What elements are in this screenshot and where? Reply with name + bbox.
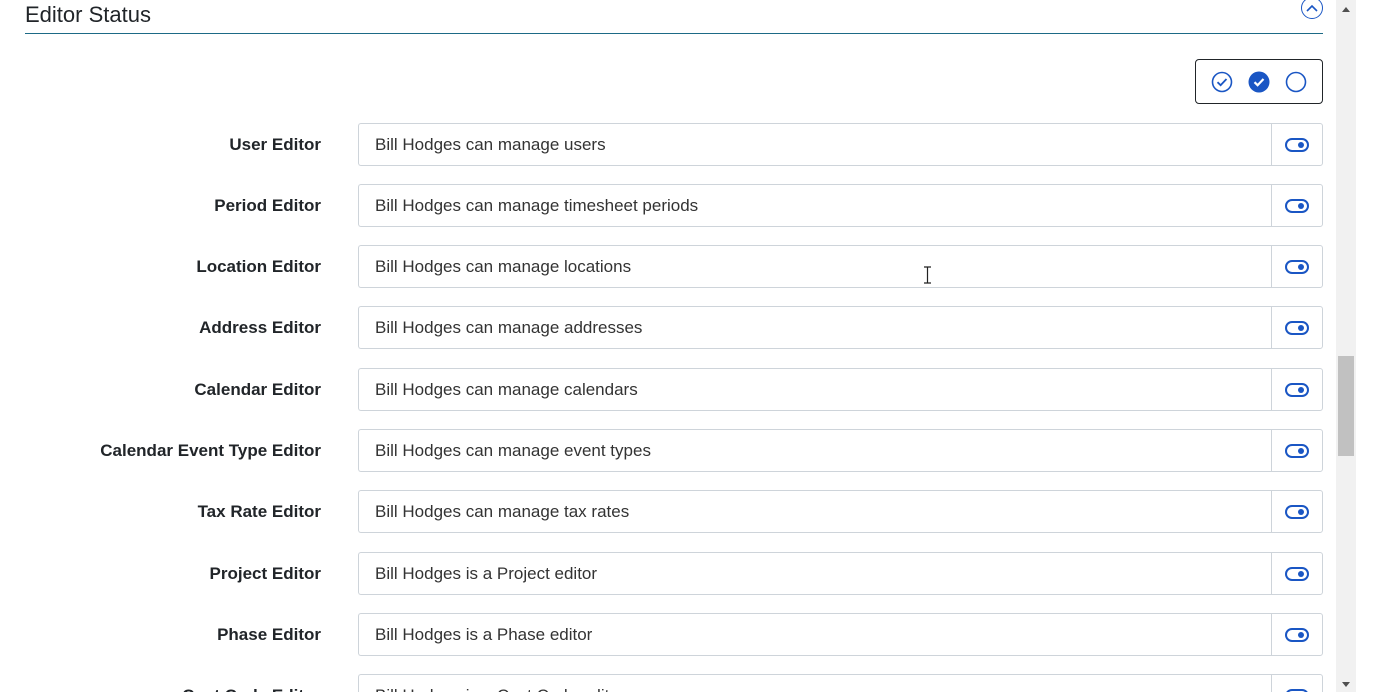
permission-toggle[interactable]: [1271, 552, 1323, 595]
editor-row: Period Editor Bill Hodges can manage tim…: [0, 184, 1336, 227]
permission-text-field[interactable]: Bill Hodges can manage locations: [358, 245, 1272, 288]
scroll-down-arrow-icon[interactable]: [1336, 678, 1356, 692]
circle-outline-icon[interactable]: [1285, 71, 1307, 93]
editor-row: Calendar Event Type Editor Bill Hodges c…: [0, 429, 1336, 472]
toggle-on-icon: [1285, 688, 1309, 692]
row-label: Cost Code Editor: [182, 674, 321, 692]
permission-toggle[interactable]: [1271, 613, 1323, 656]
permission-toggle[interactable]: [1271, 245, 1323, 288]
check-circle-outline-icon[interactable]: [1211, 71, 1233, 93]
bulk-select-toolbar: [1195, 59, 1323, 104]
permission-text-field[interactable]: Bill Hodges can manage calendars: [358, 368, 1272, 411]
toggle-on-icon: [1285, 566, 1309, 581]
permission-toggle[interactable]: [1271, 429, 1323, 472]
row-label: Calendar Event Type Editor: [100, 441, 321, 460]
toggle-on-icon: [1285, 443, 1309, 458]
editor-row: Calendar Editor Bill Hodges can manage c…: [0, 368, 1336, 411]
editor-row: Phase Editor Bill Hodges is a Phase edit…: [0, 613, 1336, 656]
vertical-scrollbar[interactable]: [1336, 0, 1356, 692]
section-header: Editor Status: [25, 0, 1323, 34]
chevron-up-circle-icon[interactable]: [1301, 0, 1323, 19]
toggle-on-icon: [1285, 198, 1309, 213]
row-label: Calendar Editor: [194, 380, 321, 399]
section-title: Editor Status: [25, 2, 151, 27]
editor-status-page: Editor Status User Editor Bill Hodges ca…: [0, 0, 1399, 692]
toggle-on-icon: [1285, 627, 1309, 642]
permission-text-field[interactable]: Bill Hodges is a Cost Code editor: [358, 674, 1272, 692]
permission-text-field[interactable]: Bill Hodges can manage tax rates: [358, 490, 1272, 533]
editor-row: Cost Code Editor Bill Hodges is a Cost C…: [0, 674, 1336, 692]
toggle-on-icon: [1285, 137, 1309, 152]
permission-text-field[interactable]: Bill Hodges is a Project editor: [358, 552, 1272, 595]
row-label: Address Editor: [199, 318, 321, 337]
permission-toggle[interactable]: [1271, 674, 1323, 692]
permission-toggle[interactable]: [1271, 368, 1323, 411]
row-label: User Editor: [229, 135, 321, 154]
toggle-on-icon: [1285, 382, 1309, 397]
permission-text-field[interactable]: Bill Hodges can manage timesheet periods: [358, 184, 1272, 227]
row-label: Phase Editor: [217, 625, 321, 644]
permission-text-field[interactable]: Bill Hodges can manage event types: [358, 429, 1272, 472]
editor-row: User Editor Bill Hodges can manage users: [0, 123, 1336, 166]
permission-toggle[interactable]: [1271, 123, 1323, 166]
row-label: Project Editor: [209, 564, 321, 583]
row-label: Period Editor: [214, 196, 321, 215]
scrollbar-thumb[interactable]: [1338, 356, 1354, 456]
text-cursor-icon: [924, 266, 931, 284]
permission-text-field[interactable]: Bill Hodges can manage users: [358, 123, 1272, 166]
editor-row: Tax Rate Editor Bill Hodges can manage t…: [0, 490, 1336, 533]
permission-toggle[interactable]: [1271, 184, 1323, 227]
editor-row: Project Editor Bill Hodges is a Project …: [0, 552, 1336, 595]
editor-row: Address Editor Bill Hodges can manage ad…: [0, 306, 1336, 349]
row-label: Location Editor: [196, 257, 321, 276]
check-circle-filled-icon[interactable]: [1248, 71, 1270, 93]
scroll-up-arrow-icon[interactable]: [1336, 0, 1356, 18]
permission-toggle[interactable]: [1271, 490, 1323, 533]
main-content: Editor Status User Editor Bill Hodges ca…: [0, 0, 1336, 692]
row-label: Tax Rate Editor: [197, 502, 321, 521]
permission-toggle[interactable]: [1271, 306, 1323, 349]
editor-row: Location Editor Bill Hodges can manage l…: [0, 245, 1336, 288]
toggle-on-icon: [1285, 259, 1309, 274]
permission-text-field[interactable]: Bill Hodges can manage addresses: [358, 306, 1272, 349]
toggle-on-icon: [1285, 320, 1309, 335]
permission-text-field[interactable]: Bill Hodges is a Phase editor: [358, 613, 1272, 656]
toggle-on-icon: [1285, 504, 1309, 519]
